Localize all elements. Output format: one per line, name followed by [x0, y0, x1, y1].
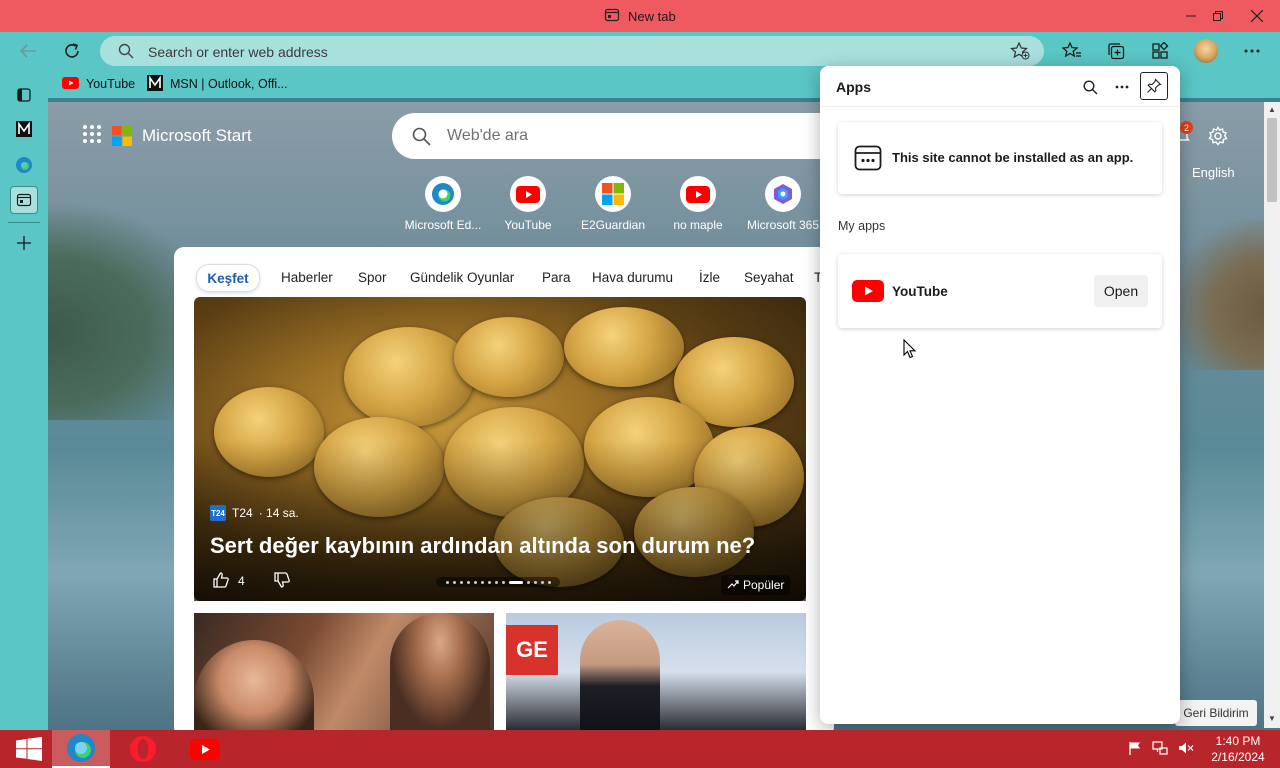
edge-icon: [425, 176, 461, 212]
web-search-input[interactable]: Web'de ara: [447, 127, 528, 145]
quick-link-youtube[interactable]: YouTube: [483, 176, 573, 232]
apps-title: Apps: [836, 79, 871, 95]
tab-seyahat[interactable]: Seyahat: [744, 264, 794, 290]
tab-icon: [604, 7, 620, 26]
youtube-icon: [62, 76, 79, 92]
app-name: YouTube: [892, 284, 948, 299]
tab-para[interactable]: Para: [542, 264, 571, 290]
app-item-youtube[interactable]: YouTube Open: [838, 254, 1162, 328]
mouse-cursor-icon: [903, 338, 917, 362]
like-count: 4: [238, 574, 245, 588]
pin-icon[interactable]: [1140, 72, 1168, 100]
sidebar-divider: [8, 222, 40, 223]
profile-avatar[interactable]: [1192, 38, 1220, 64]
tab-gundelik-oyunlar[interactable]: Gündelik Oyunlar: [410, 264, 514, 290]
collections-icon[interactable]: [1102, 38, 1130, 64]
t24-logo-icon: T24: [210, 505, 226, 521]
clock-time: 1:40 PM: [1215, 734, 1261, 748]
apps-sidebar-icon[interactable]: [10, 186, 38, 214]
msn-icon: [147, 74, 163, 94]
address-bar[interactable]: Search or enter web address: [100, 36, 1044, 66]
close-window-button[interactable]: [1234, 0, 1280, 32]
hero-title[interactable]: Sert değer kaybının ardından altında son…: [210, 533, 755, 559]
search-icon: [412, 127, 431, 149]
tab-haberler[interactable]: Haberler: [281, 264, 333, 290]
app-window-icon: [854, 144, 882, 175]
app-launcher-icon[interactable]: [82, 124, 102, 149]
search-icon: [118, 43, 134, 62]
settings-gear-icon[interactable]: [1208, 126, 1228, 149]
notification-badge: 2: [1180, 121, 1193, 134]
volume-muted-icon[interactable]: [1178, 741, 1194, 758]
feedback-button[interactable]: Geri Bildirim: [1175, 700, 1257, 726]
tab-title: New tab: [628, 8, 676, 24]
web-search-box[interactable]: Web'de ara: [392, 113, 852, 159]
tab-hava-durumu[interactable]: Hava durumu: [592, 264, 673, 290]
taskbar-edge[interactable]: [52, 730, 110, 768]
refresh-button[interactable]: [58, 38, 86, 64]
hero-reactions: 4: [212, 571, 291, 592]
apps-flyout: Apps This site cannot be installed as an…: [820, 66, 1180, 724]
trending-icon: [727, 578, 739, 592]
popular-badge: Popüler: [721, 575, 791, 595]
hero-source[interactable]: T24 T24 · 14 sa.: [210, 505, 299, 521]
microsoft-logo-icon[interactable]: [112, 126, 132, 146]
youtube-icon: [852, 280, 884, 305]
favorite-msn[interactable]: MSN | Outlook, Offi...: [147, 74, 288, 94]
search-apps-icon[interactable]: [1077, 74, 1103, 100]
start-button[interactable]: [0, 730, 58, 768]
quick-link-edge[interactable]: Microsoft Ed...: [398, 176, 488, 232]
article-card-person: [390, 613, 490, 730]
msn-sidebar-icon[interactable]: [10, 115, 38, 143]
brand-name[interactable]: Microsoft Start: [142, 126, 252, 146]
article-card-sign: GE: [506, 625, 558, 675]
scroll-up-icon[interactable]: ▲: [1267, 105, 1277, 115]
language-selector[interactable]: English: [1192, 165, 1235, 180]
taskbar-opera[interactable]: [114, 730, 172, 768]
apps-more-icon[interactable]: [1109, 74, 1135, 100]
flag-icon[interactable]: [1128, 741, 1142, 758]
favorite-youtube[interactable]: YouTube: [62, 74, 135, 94]
article-card-person: [580, 620, 660, 730]
edge-sidebar-icon[interactable]: [10, 151, 38, 179]
clock-date: 2/16/2024: [1211, 750, 1265, 764]
windows-logo-icon: [595, 176, 631, 212]
taskbar-clock[interactable]: 1:40 PM 2/16/2024: [1196, 733, 1280, 765]
scroll-down-icon[interactable]: ▼: [1267, 714, 1277, 724]
more-options-icon[interactable]: [1238, 38, 1266, 64]
favorites-icon[interactable]: [1058, 38, 1086, 64]
my-apps-heading: My apps: [838, 219, 886, 233]
quick-link-no-maple[interactable]: no maple: [653, 176, 743, 232]
youtube-icon: [680, 176, 716, 212]
carousel-indicator[interactable]: [436, 577, 560, 587]
open-app-button[interactable]: Open: [1094, 275, 1148, 307]
network-icon[interactable]: [1152, 740, 1168, 758]
tab-spor[interactable]: Spor: [358, 264, 387, 290]
microsoft-start-header: Microsoft Start: [82, 124, 252, 148]
back-button[interactable]: [14, 38, 42, 64]
add-sidebar-icon[interactable]: [10, 229, 38, 257]
install-notice-card: This site cannot be installed as an app.: [838, 122, 1162, 194]
add-favorite-icon[interactable]: [1010, 41, 1030, 63]
scrollbar-thumb[interactable]: [1267, 118, 1277, 202]
quick-link-microsoft-365[interactable]: Microsoft 365: [738, 176, 828, 232]
youtube-icon: [510, 176, 546, 212]
system-tray: [1128, 733, 1194, 765]
tab-actions-icon[interactable]: [10, 81, 38, 109]
thumbs-up-icon[interactable]: [212, 571, 230, 592]
m365-icon: [765, 176, 801, 212]
quick-link-e2guardian[interactable]: E2Guardian: [568, 176, 658, 232]
active-tab[interactable]: New tab: [604, 8, 676, 24]
background-hill: [1170, 220, 1270, 370]
thumbs-down-icon[interactable]: [273, 571, 291, 592]
taskbar-youtube[interactable]: [176, 730, 234, 768]
tab-izle[interactable]: İzle: [699, 264, 720, 290]
address-input[interactable]: Search or enter web address: [148, 44, 328, 60]
apps-icon[interactable]: [1146, 38, 1174, 64]
tab-kesfet[interactable]: Keşfet: [196, 264, 260, 292]
install-notice-text: This site cannot be installed as an app.: [892, 150, 1134, 165]
